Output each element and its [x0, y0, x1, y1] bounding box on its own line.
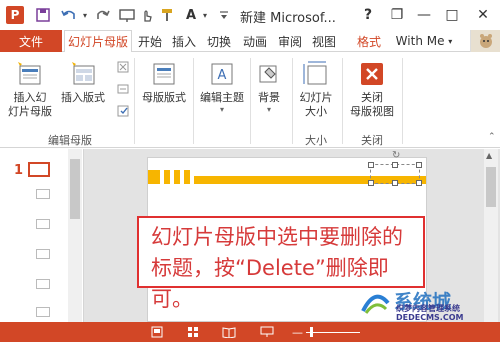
ribbon-display-options-button[interactable]: ❐	[386, 5, 408, 25]
tab-insert[interactable]: 插入	[168, 30, 200, 52]
layout-thumbnail[interactable]	[36, 189, 50, 199]
slide-size-button[interactable]: 幻灯片 大小	[294, 60, 338, 119]
tab-view[interactable]: 视图	[308, 30, 340, 52]
tab-review[interactable]: 审阅	[274, 30, 306, 52]
group-label-edit-master: 编辑母版	[48, 134, 92, 147]
preserve-slide-icon[interactable]	[116, 104, 130, 118]
tab-format[interactable]: 格式	[350, 30, 388, 52]
group-separator	[292, 58, 293, 144]
background-icon	[255, 60, 283, 88]
edit-theme-dropdown-icon: ▾	[219, 105, 224, 114]
insert-slide-master-button[interactable]: 插入幻 灯片母版	[6, 60, 54, 119]
insert-layout-icon	[69, 60, 97, 88]
slideshow-view-icon[interactable]	[260, 325, 274, 339]
watermark: 系统城 织梦内容管理系统 DEDECMS.COM	[360, 287, 500, 322]
zoom-slider[interactable]	[306, 327, 360, 337]
slide-sorter-icon[interactable]	[186, 325, 200, 339]
group-label-close: 关闭	[361, 134, 383, 147]
thumbnail-scrollbar[interactable]	[68, 149, 82, 322]
edit-theme-button[interactable]: A 编辑主题 ▾	[196, 60, 248, 115]
thumbnail-number: 1	[14, 163, 24, 178]
layout-thumbnail[interactable]	[36, 279, 50, 289]
selected-title-placeholder[interactable]	[368, 162, 422, 186]
insert-slide-master-icon	[16, 60, 44, 88]
close-master-view-icon	[358, 60, 386, 88]
account-dropdown-icon: ▾	[448, 36, 453, 46]
minimize-button[interactable]: —	[412, 5, 436, 25]
layout-thumbnail[interactable]	[36, 307, 50, 317]
document-title: 新建 Microsof...	[240, 11, 336, 26]
thumbnail-scrollbar-thumb[interactable]	[70, 159, 80, 219]
layout-thumbnail[interactable]	[36, 219, 50, 229]
ribbon-tabs: 文件 幻灯片母版 开始 插入 切换 动画 审阅 视图 格式 With Me ▾	[0, 30, 500, 53]
edit-theme-icon: A	[208, 60, 236, 88]
svg-text:A: A	[218, 68, 227, 83]
help-button[interactable]: ?	[358, 5, 378, 25]
master-layout-button[interactable]: 母版版式	[138, 60, 190, 105]
master-layout-icon	[150, 60, 178, 88]
normal-view-icon[interactable]	[150, 325, 164, 339]
background-dropdown-icon: ▾	[266, 105, 271, 114]
thumbnail-pane: 1	[0, 149, 84, 322]
more-icon[interactable]	[216, 6, 232, 24]
undo-icon[interactable]	[58, 6, 80, 24]
close-button[interactable]: ✕	[470, 5, 496, 25]
slide-size-icon	[302, 60, 330, 88]
account-name[interactable]: With Me ▾	[392, 30, 456, 52]
tab-transitions[interactable]: 切换	[202, 30, 236, 52]
font-color-dropdown-icon[interactable]: ▾	[200, 6, 210, 24]
maximize-button[interactable]: □	[440, 5, 464, 25]
editor-scrollbar-thumb[interactable]	[486, 167, 496, 207]
font-color-icon[interactable]: A	[182, 6, 200, 24]
group-label-size: 大小	[305, 134, 327, 147]
tab-home[interactable]: 开始	[134, 30, 166, 52]
reading-view-icon[interactable]	[222, 325, 236, 339]
insert-layout-button[interactable]: 插入版式	[56, 60, 110, 105]
undo-dropdown-icon[interactable]: ▾	[80, 6, 90, 24]
group-separator	[193, 58, 194, 144]
zoom-slider-thumb[interactable]	[310, 327, 313, 337]
scroll-up-icon[interactable]: ▲	[486, 151, 492, 160]
redo-icon[interactable]	[94, 6, 112, 24]
slideshow-icon[interactable]	[118, 6, 136, 24]
format-painter-icon[interactable]	[158, 6, 176, 24]
layout-thumbnail[interactable]	[36, 249, 50, 259]
group-separator	[134, 58, 135, 144]
ribbon: 插入幻 灯片母版 插入版式 编辑母版 母版版式 A 编辑主题 ▾ 背景 ▾ 幻灯…	[0, 52, 500, 148]
tab-file[interactable]: 文件	[0, 30, 62, 52]
save-icon[interactable]	[34, 6, 52, 24]
annotation-callout: 幻灯片母版中选中要删除的标题，按“Delete”删除即可。	[137, 216, 425, 311]
status-bar: —	[0, 322, 500, 342]
watermark-logo-icon	[361, 294, 390, 314]
delete-slide-icon[interactable]	[116, 60, 130, 74]
tab-slide-master[interactable]: 幻灯片母版	[64, 30, 132, 53]
collapse-ribbon-icon[interactable]: ⌃	[488, 132, 496, 142]
avatar[interactable]	[470, 30, 500, 52]
rotate-handle-icon[interactable]: ↻	[392, 150, 400, 161]
rename-slide-icon[interactable]	[116, 82, 130, 96]
group-separator	[250, 58, 251, 144]
tab-animations[interactable]: 动画	[238, 30, 272, 52]
group-separator	[402, 58, 403, 144]
group-separator	[342, 58, 343, 144]
watermark-url: DEDECMS.COM	[396, 313, 464, 322]
powerpoint-app-icon[interactable]: P	[6, 6, 24, 24]
background-button[interactable]: 背景 ▾	[252, 60, 286, 115]
title-bar: P ▾ A ▾ 新建 Microsof... ? ❐ — □ ✕	[0, 0, 500, 30]
zoom-out-icon[interactable]: —	[292, 326, 303, 339]
master-thumbnail[interactable]	[28, 162, 50, 177]
close-master-view-button[interactable]: 关闭 母版视图	[344, 60, 400, 119]
touch-mode-icon[interactable]	[138, 6, 156, 24]
